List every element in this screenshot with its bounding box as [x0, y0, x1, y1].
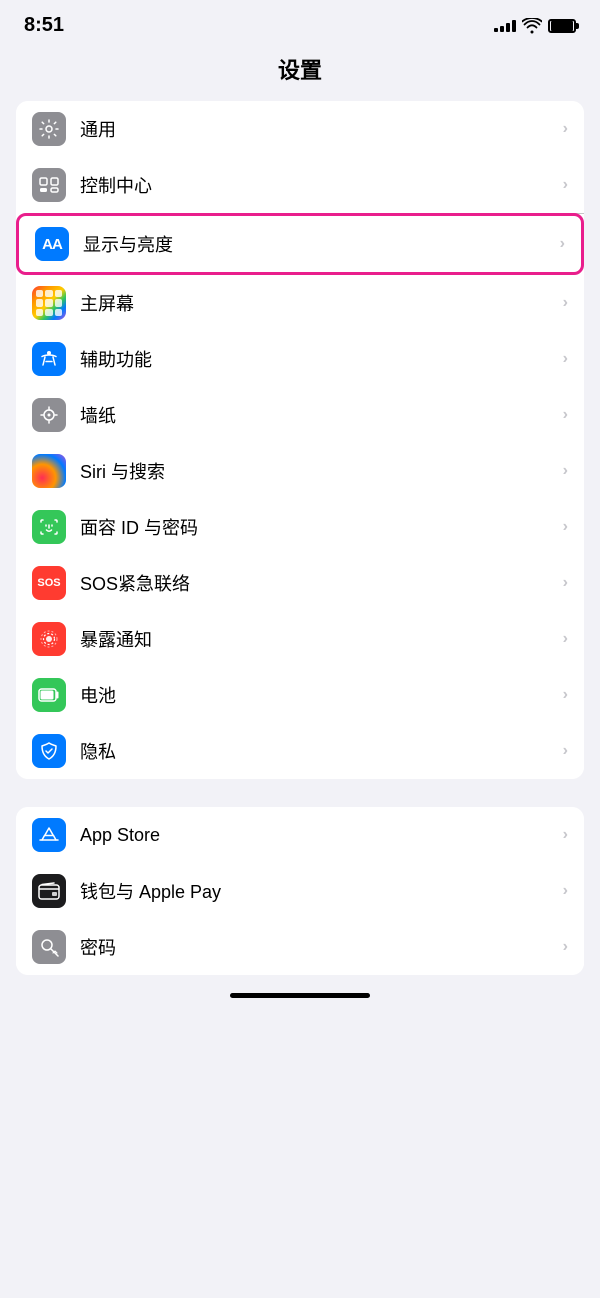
- fuzhu-label: 辅助功能: [80, 346, 563, 372]
- sos-label: SOS紧急联络: [80, 570, 563, 596]
- appstore-label: App Store: [80, 825, 563, 846]
- faceid-label: 面容 ID 与密码: [80, 514, 563, 540]
- chevron-icon: ›: [563, 574, 568, 592]
- settings-item-baolu[interactable]: 暴露通知 ›: [16, 611, 584, 667]
- settings-item-wallet[interactable]: 钱包与 Apple Pay ›: [16, 863, 584, 919]
- settings-item-dianci[interactable]: 电池 ›: [16, 667, 584, 723]
- kongzhizhongxin-icon: [32, 168, 66, 202]
- qiangzhi-label: 墙纸: [80, 402, 563, 428]
- chevron-icon: ›: [560, 235, 565, 253]
- chevron-icon: ›: [563, 938, 568, 956]
- settings-item-appstore[interactable]: App Store ›: [16, 807, 584, 863]
- settings-item-siri[interactable]: Siri 与搜索 ›: [16, 443, 584, 499]
- settings-item-sos[interactable]: SOS SOS紧急联络 ›: [16, 555, 584, 611]
- settings-item-tongyong[interactable]: 通用 ›: [16, 101, 584, 157]
- settings-item-qiangzhi[interactable]: 墙纸 ›: [16, 387, 584, 443]
- signal-icon: [494, 20, 516, 32]
- home-indicator: [0, 993, 600, 1010]
- chevron-icon: ›: [563, 176, 568, 194]
- siri-label: Siri 与搜索: [80, 458, 563, 484]
- chevron-icon: ›: [563, 350, 568, 368]
- tongyong-icon: [32, 112, 66, 146]
- zhupingmu-icon: [32, 286, 66, 320]
- chevron-icon: ›: [563, 294, 568, 312]
- fuzhu-icon: [32, 342, 66, 376]
- wifi-icon: [522, 18, 542, 34]
- yinsi-label: 隐私: [80, 738, 563, 764]
- page-title: 设置: [0, 45, 600, 101]
- settings-item-faceid[interactable]: 面容 ID 与密码 ›: [16, 499, 584, 555]
- settings-group-2: App Store › 钱包与 Apple Pay › 密码 ›: [16, 807, 584, 975]
- qiangzhi-icon: [32, 398, 66, 432]
- chevron-icon: ›: [563, 518, 568, 536]
- wallet-label: 钱包与 Apple Pay: [80, 878, 563, 904]
- settings-item-passwords[interactable]: 密码 ›: [16, 919, 584, 975]
- status-bar: 8:51: [0, 0, 600, 45]
- chevron-icon: ›: [563, 742, 568, 760]
- faceid-icon: [32, 510, 66, 544]
- dianci-icon: [32, 678, 66, 712]
- passwords-icon: [32, 930, 66, 964]
- settings-item-zhupingmu[interactable]: 主屏幕 ›: [16, 275, 584, 331]
- chevron-icon: ›: [563, 826, 568, 844]
- siri-icon: [32, 454, 66, 488]
- sos-icon: SOS: [32, 566, 66, 600]
- yinsi-icon: [32, 734, 66, 768]
- appstore-icon: [32, 818, 66, 852]
- dianci-label: 电池: [80, 682, 563, 708]
- settings-item-fuzhu[interactable]: 辅助功能 ›: [16, 331, 584, 387]
- baolu-label: 暴露通知: [80, 626, 563, 652]
- xianshi-icon: AA: [35, 227, 69, 261]
- chevron-icon: ›: [563, 630, 568, 648]
- settings-group-1: 通用 › 控制中心 › AA 显示与亮度 ›: [16, 101, 584, 779]
- status-time: 8:51: [24, 14, 64, 37]
- passwords-label: 密码: [80, 934, 563, 960]
- chevron-icon: ›: [563, 406, 568, 424]
- chevron-icon: ›: [563, 120, 568, 138]
- status-icons: [494, 18, 576, 34]
- chevron-icon: ›: [563, 462, 568, 480]
- chevron-icon: ›: [563, 686, 568, 704]
- baolu-icon: [32, 622, 66, 656]
- settings-item-xianshi[interactable]: AA 显示与亮度 ›: [16, 213, 584, 275]
- settings-item-yinsi[interactable]: 隐私 ›: [16, 723, 584, 779]
- battery-status-icon: [548, 19, 576, 33]
- kongzhizhongxin-label: 控制中心: [80, 172, 563, 198]
- chevron-icon: ›: [563, 882, 568, 900]
- tongyong-label: 通用: [80, 116, 563, 142]
- zhupingmu-label: 主屏幕: [80, 290, 563, 316]
- settings-item-kongzhizhongxin[interactable]: 控制中心 ›: [16, 157, 584, 213]
- wallet-icon: [32, 874, 66, 908]
- xianshi-label: 显示与亮度: [83, 231, 560, 257]
